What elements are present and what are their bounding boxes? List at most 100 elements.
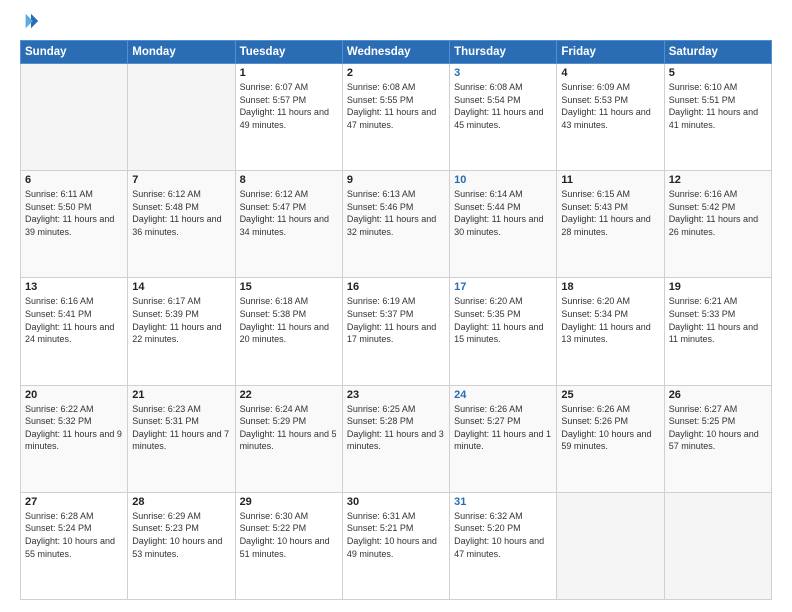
day-info: Sunrise: 6:13 AMSunset: 5:46 PMDaylight:… <box>347 188 445 238</box>
calendar-cell: 15 Sunrise: 6:18 AMSunset: 5:38 PMDayligh… <box>235 278 342 385</box>
day-info: Sunrise: 6:14 AMSunset: 5:44 PMDaylight:… <box>454 188 552 238</box>
day-info: Sunrise: 6:12 AMSunset: 5:47 PMDaylight:… <box>240 188 338 238</box>
calendar-cell: 19 Sunrise: 6:21 AMSunset: 5:33 PMDayligh… <box>664 278 771 385</box>
day-info: Sunrise: 6:26 AMSunset: 5:26 PMDaylight:… <box>561 403 659 453</box>
weekday-header-saturday: Saturday <box>664 41 771 64</box>
day-number: 11 <box>561 174 659 186</box>
day-number: 14 <box>132 281 230 293</box>
day-number: 16 <box>347 281 445 293</box>
weekday-header-wednesday: Wednesday <box>342 41 449 64</box>
day-info: Sunrise: 6:22 AMSunset: 5:32 PMDaylight:… <box>25 403 123 453</box>
day-info: Sunrise: 6:25 AMSunset: 5:28 PMDaylight:… <box>347 403 445 453</box>
calendar-cell <box>664 492 771 599</box>
page: SundayMondayTuesdayWednesdayThursdayFrid… <box>0 0 792 612</box>
logo <box>20 16 40 30</box>
day-number: 9 <box>347 174 445 186</box>
calendar-cell: 11 Sunrise: 6:15 AMSunset: 5:43 PMDayligh… <box>557 171 664 278</box>
weekday-header-row: SundayMondayTuesdayWednesdayThursdayFrid… <box>21 41 772 64</box>
day-number: 26 <box>669 389 767 401</box>
calendar-week-4: 20 Sunrise: 6:22 AMSunset: 5:32 PMDayligh… <box>21 385 772 492</box>
day-number: 28 <box>132 496 230 508</box>
day-number: 31 <box>454 496 552 508</box>
calendar-cell <box>21 64 128 171</box>
day-number: 1 <box>240 67 338 79</box>
calendar-cell: 24Sunrise: 6:26 AMSunset: 5:27 PMDayligh… <box>450 385 557 492</box>
calendar-cell: 16Sunrise: 6:19 AMSunset: 5:37 PMDayligh… <box>342 278 449 385</box>
day-info: Sunrise: 6:21 AMSunset: 5:33 PMDaylight:… <box>669 295 767 345</box>
calendar-cell <box>128 64 235 171</box>
day-number: 23 <box>347 389 445 401</box>
day-info: Sunrise: 6:16 AMSunset: 5:42 PMDaylight:… <box>669 188 767 238</box>
calendar-cell: 14 Sunrise: 6:17 AMSunset: 5:39 PMDayligh… <box>128 278 235 385</box>
day-number: 8 <box>240 174 338 186</box>
day-number: 30 <box>347 496 445 508</box>
weekday-header-tuesday: Tuesday <box>235 41 342 64</box>
calendar-cell: 3 Sunrise: 6:08 AMSunset: 5:54 PMDaylight… <box>450 64 557 171</box>
day-info: Sunrise: 6:30 AMSunset: 5:22 PMDaylight:… <box>240 510 338 560</box>
day-info: Sunrise: 6:08 AMSunset: 5:55 PMDaylight:… <box>347 81 445 131</box>
calendar-week-3: 13 Sunrise: 6:16 AMSunset: 5:41 PMDayligh… <box>21 278 772 385</box>
day-number: 12 <box>669 174 767 186</box>
day-info: Sunrise: 6:16 AMSunset: 5:41 PMDaylight:… <box>25 295 123 345</box>
calendar-cell: 1 Sunrise: 6:07 AMSunset: 5:57 PMDaylight… <box>235 64 342 171</box>
day-info: Sunrise: 6:17 AMSunset: 5:39 PMDaylight:… <box>132 295 230 345</box>
day-info: Sunrise: 6:20 AMSunset: 5:35 PMDaylight:… <box>454 295 552 345</box>
calendar-cell: 25Sunrise: 6:26 AMSunset: 5:26 PMDayligh… <box>557 385 664 492</box>
day-info: Sunrise: 6:27 AMSunset: 5:25 PMDaylight:… <box>669 403 767 453</box>
calendar-cell: 27Sunrise: 6:28 AMSunset: 5:24 PMDayligh… <box>21 492 128 599</box>
calendar-cell: 9 Sunrise: 6:13 AMSunset: 5:46 PMDaylight… <box>342 171 449 278</box>
day-info: Sunrise: 6:08 AMSunset: 5:54 PMDaylight:… <box>454 81 552 131</box>
calendar-cell: 26 Sunrise: 6:27 AMSunset: 5:25 PMDayligh… <box>664 385 771 492</box>
calendar-cell: 6Sunrise: 6:11 AMSunset: 5:50 PMDaylight… <box>21 171 128 278</box>
calendar-cell: 30 Sunrise: 6:31 AMSunset: 5:21 PMDayligh… <box>342 492 449 599</box>
calendar: SundayMondayTuesdayWednesdayThursdayFrid… <box>20 40 772 600</box>
header <box>20 16 772 30</box>
calendar-cell: 5Sunrise: 6:10 AMSunset: 5:51 PMDaylight… <box>664 64 771 171</box>
day-info: Sunrise: 6:18 AMSunset: 5:38 PMDaylight:… <box>240 295 338 345</box>
calendar-cell: 28Sunrise: 6:29 AMSunset: 5:23 PMDayligh… <box>128 492 235 599</box>
day-info: Sunrise: 6:09 AMSunset: 5:53 PMDaylight:… <box>561 81 659 131</box>
calendar-cell: 7Sunrise: 6:12 AMSunset: 5:48 PMDaylight… <box>128 171 235 278</box>
day-number: 5 <box>669 67 767 79</box>
day-number: 2 <box>347 67 445 79</box>
day-number: 3 <box>454 67 552 79</box>
day-number: 18 <box>561 281 659 293</box>
day-number: 19 <box>669 281 767 293</box>
day-number: 20 <box>25 389 123 401</box>
day-info: Sunrise: 6:31 AMSunset: 5:21 PMDaylight:… <box>347 510 445 560</box>
day-number: 4 <box>561 67 659 79</box>
calendar-cell: 31 Sunrise: 6:32 AMSunset: 5:20 PMDayligh… <box>450 492 557 599</box>
calendar-cell: 17 Sunrise: 6:20 AMSunset: 5:35 PMDayligh… <box>450 278 557 385</box>
day-info: Sunrise: 6:32 AMSunset: 5:20 PMDaylight:… <box>454 510 552 560</box>
calendar-week-5: 27Sunrise: 6:28 AMSunset: 5:24 PMDayligh… <box>21 492 772 599</box>
day-number: 13 <box>25 281 123 293</box>
day-number: 10 <box>454 174 552 186</box>
calendar-cell: 18 Sunrise: 6:20 AMSunset: 5:34 PMDayligh… <box>557 278 664 385</box>
calendar-cell: 22Sunrise: 6:24 AMSunset: 5:29 PMDayligh… <box>235 385 342 492</box>
day-number: 21 <box>132 389 230 401</box>
calendar-cell <box>557 492 664 599</box>
day-number: 17 <box>454 281 552 293</box>
day-info: Sunrise: 6:24 AMSunset: 5:29 PMDaylight:… <box>240 403 338 453</box>
calendar-week-1: 1 Sunrise: 6:07 AMSunset: 5:57 PMDaylight… <box>21 64 772 171</box>
day-info: Sunrise: 6:20 AMSunset: 5:34 PMDaylight:… <box>561 295 659 345</box>
calendar-cell: 13 Sunrise: 6:16 AMSunset: 5:41 PMDayligh… <box>21 278 128 385</box>
calendar-week-2: 6Sunrise: 6:11 AMSunset: 5:50 PMDaylight… <box>21 171 772 278</box>
calendar-cell: 12 Sunrise: 6:16 AMSunset: 5:42 PMDayligh… <box>664 171 771 278</box>
calendar-cell: 4 Sunrise: 6:09 AMSunset: 5:53 PMDaylight… <box>557 64 664 171</box>
calendar-cell: 8 Sunrise: 6:12 AMSunset: 5:47 PMDaylight… <box>235 171 342 278</box>
day-info: Sunrise: 6:23 AMSunset: 5:31 PMDaylight:… <box>132 403 230 453</box>
day-number: 27 <box>25 496 123 508</box>
day-info: Sunrise: 6:07 AMSunset: 5:57 PMDaylight:… <box>240 81 338 131</box>
day-number: 24 <box>454 389 552 401</box>
day-info: Sunrise: 6:12 AMSunset: 5:48 PMDaylight:… <box>132 188 230 238</box>
day-info: Sunrise: 6:15 AMSunset: 5:43 PMDaylight:… <box>561 188 659 238</box>
calendar-cell: 2 Sunrise: 6:08 AMSunset: 5:55 PMDaylight… <box>342 64 449 171</box>
logo-icon <box>22 12 40 30</box>
calendar-cell: 10 Sunrise: 6:14 AMSunset: 5:44 PMDayligh… <box>450 171 557 278</box>
weekday-header-friday: Friday <box>557 41 664 64</box>
calendar-cell: 21 Sunrise: 6:23 AMSunset: 5:31 PMDayligh… <box>128 385 235 492</box>
day-number: 15 <box>240 281 338 293</box>
calendar-cell: 29Sunrise: 6:30 AMSunset: 5:22 PMDayligh… <box>235 492 342 599</box>
calendar-cell: 23 Sunrise: 6:25 AMSunset: 5:28 PMDayligh… <box>342 385 449 492</box>
